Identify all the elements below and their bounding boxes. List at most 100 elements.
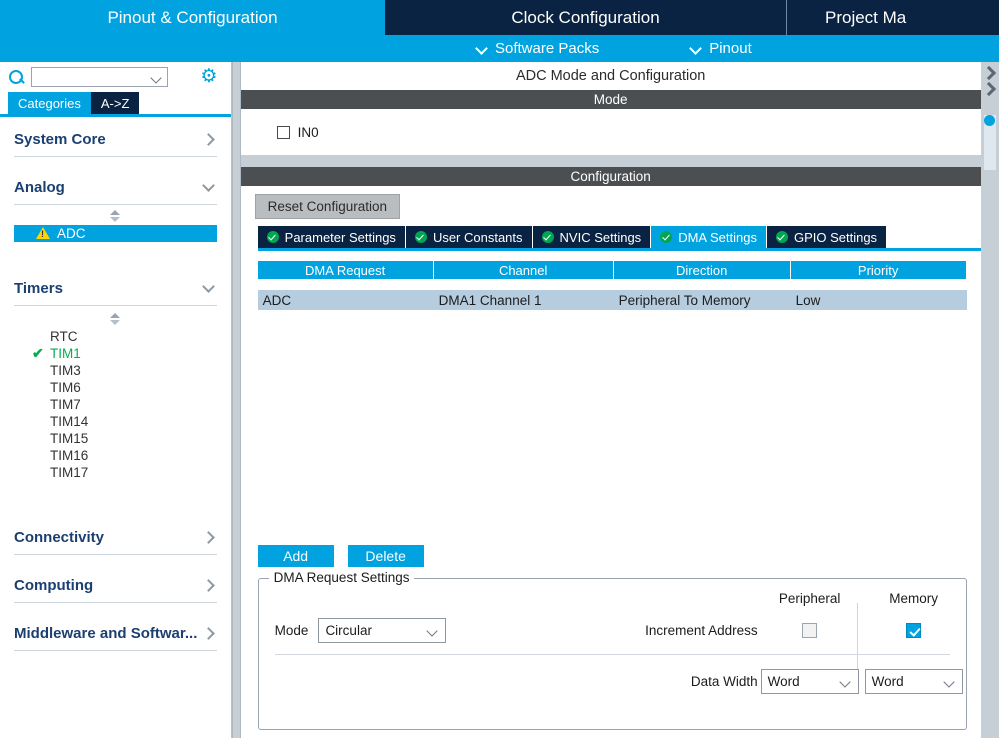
tab-dma-settings-label: DMA Settings	[678, 230, 757, 245]
column-header-priority[interactable]: Priority	[791, 261, 967, 279]
warning-icon	[36, 227, 50, 240]
cell-direction: Peripheral To Memory	[614, 290, 791, 310]
increment-memory-cell	[862, 623, 966, 638]
search-input[interactable]	[31, 67, 168, 87]
check-circle-icon	[267, 231, 279, 243]
sidebar-item-tim7[interactable]: TIM7	[14, 396, 217, 413]
tab-user-constants[interactable]: User Constants	[406, 226, 533, 248]
sidebar-item-adc[interactable]: ADC	[14, 225, 217, 242]
sub-menu-bar: Software Packs Pinout	[0, 35, 999, 62]
data-width-memory-value: Word	[872, 674, 904, 689]
spacer	[0, 555, 231, 569]
data-width-memory-select[interactable]: Word	[865, 669, 963, 694]
mode-scrollbar[interactable]	[984, 115, 996, 170]
configuration-panel: ADC Mode and Configuration Mode IN0 Conf…	[241, 62, 981, 738]
column-header-memory: Memory	[862, 591, 966, 606]
settings-row-increment: Mode Circular Increment Address	[259, 606, 966, 654]
reset-configuration-button[interactable]: Reset Configuration	[255, 194, 400, 219]
chevron-down-icon	[943, 676, 954, 687]
category-analog-label: Analog	[14, 179, 65, 196]
dma-request-table: DMA Request Channel Direction Priority A…	[241, 251, 981, 310]
tab-clock-configuration[interactable]: Clock Configuration	[385, 0, 787, 35]
sidebar-item-tim15[interactable]: TIM15	[14, 430, 217, 447]
delete-button-label: Delete	[365, 548, 405, 564]
increment-peripheral-cell	[758, 623, 862, 638]
gear-icon[interactable]: ⚙	[199, 67, 219, 87]
column-header-channel[interactable]: Channel	[434, 261, 614, 279]
data-width-memory-cell: Word	[862, 669, 966, 694]
tab-gpio-settings[interactable]: GPIO Settings	[767, 226, 887, 248]
tab-pinout-configuration[interactable]: Pinout & Configuration	[0, 0, 385, 35]
checkbox-increment-memory[interactable]	[906, 623, 921, 638]
data-width-peripheral-select[interactable]: Word	[761, 669, 859, 694]
page-title-label: ADC Mode and Configuration	[516, 68, 705, 84]
mode-select[interactable]: Circular	[318, 618, 446, 643]
tab-a-to-z[interactable]: A->Z	[91, 92, 140, 114]
category-system-core-label: System Core	[14, 131, 106, 148]
column-header-direction[interactable]: Direction	[614, 261, 791, 279]
category-analog[interactable]: Analog	[14, 171, 217, 205]
category-connectivity-label: Connectivity	[14, 529, 104, 546]
scrollbar-thumb[interactable]	[984, 115, 995, 126]
tab-project-manager-label: Project Ma	[825, 8, 906, 28]
category-connectivity[interactable]: Connectivity	[14, 521, 217, 555]
list-scroll-indicator[interactable]	[108, 209, 122, 223]
category-timers[interactable]: Timers	[14, 272, 217, 306]
column-header-dma-request[interactable]: DMA Request	[258, 261, 434, 279]
peripheral-sidebar: ⚙ Categories A->Z System Core Analog	[0, 62, 232, 738]
mode-section-header: Mode	[241, 90, 981, 109]
category-middleware[interactable]: Middleware and Softwar...	[14, 617, 217, 651]
category-computing-label: Computing	[14, 577, 93, 594]
tab-nvic-settings[interactable]: NVIC Settings	[533, 226, 652, 248]
tab-categories[interactable]: Categories	[8, 92, 91, 114]
table-row[interactable]: ADC DMA1 Channel 1 Peripheral To Memory …	[258, 290, 967, 310]
sidebar-item-tim14-label: TIM14	[50, 414, 88, 429]
sidebar-item-rtc-label: RTC	[50, 329, 78, 344]
analog-items: ADC	[0, 205, 231, 272]
cell-priority: Low	[791, 290, 967, 310]
check-circle-icon	[542, 231, 554, 243]
column-header-peripheral: Peripheral	[758, 591, 862, 606]
sidebar-item-tim15-label: TIM15	[50, 431, 88, 446]
sidebar-item-tim6[interactable]: TIM6	[14, 379, 217, 396]
tab-parameter-settings[interactable]: Parameter Settings	[258, 226, 406, 248]
check-icon: ✔	[32, 345, 44, 362]
sidebar-item-tim1[interactable]: ✔ TIM1	[14, 345, 217, 362]
sidebar-item-tim14[interactable]: TIM14	[14, 413, 217, 430]
section-divider	[241, 155, 981, 167]
sidebar-item-tim17[interactable]: TIM17	[14, 464, 217, 481]
sidebar-item-tim3[interactable]: TIM3	[14, 362, 217, 379]
sidebar-item-tim16[interactable]: TIM16	[14, 447, 217, 464]
panel-collapse-arrows[interactable]	[981, 62, 999, 107]
checkbox-increment-peripheral[interactable]	[802, 623, 817, 638]
settings-row-data-width: Data Width Word Word	[259, 655, 966, 707]
delete-button[interactable]: Delete	[348, 545, 424, 567]
category-computing[interactable]: Computing	[14, 569, 217, 603]
tab-gpio-settings-label: GPIO Settings	[794, 230, 877, 245]
mode-label: Mode	[275, 623, 309, 638]
sidebar-splitter[interactable]	[232, 62, 241, 738]
tab-dma-settings[interactable]: DMA Settings	[651, 226, 767, 248]
tab-clock-configuration-label: Clock Configuration	[511, 8, 659, 28]
add-button[interactable]: Add	[258, 545, 334, 567]
tab-a-to-z-label: A->Z	[101, 96, 130, 111]
category-system-core[interactable]: System Core	[14, 123, 217, 157]
chevron-down-icon	[691, 43, 702, 54]
data-width-label: Data Width	[691, 674, 758, 689]
mode-area: IN0	[241, 109, 981, 155]
sidebar-item-rtc[interactable]: RTC	[14, 328, 217, 345]
checkbox-in0[interactable]	[277, 126, 290, 139]
menu-software-packs[interactable]: Software Packs	[477, 40, 599, 57]
tab-project-manager[interactable]: Project Ma	[787, 0, 999, 35]
check-circle-icon	[776, 231, 788, 243]
data-width-peripheral-cell: Word	[758, 669, 862, 694]
reset-row: Reset Configuration	[241, 186, 981, 226]
list-scroll-indicator[interactable]	[108, 312, 122, 326]
cell-channel: DMA1 Channel 1	[434, 290, 614, 310]
main-tab-bar: Pinout & Configuration Clock Configurati…	[0, 0, 999, 35]
right-scroll-column	[981, 62, 999, 738]
chevron-right-icon	[202, 133, 215, 146]
menu-pinout[interactable]: Pinout	[691, 40, 752, 57]
spacer	[241, 730, 981, 738]
spacer	[984, 107, 996, 115]
